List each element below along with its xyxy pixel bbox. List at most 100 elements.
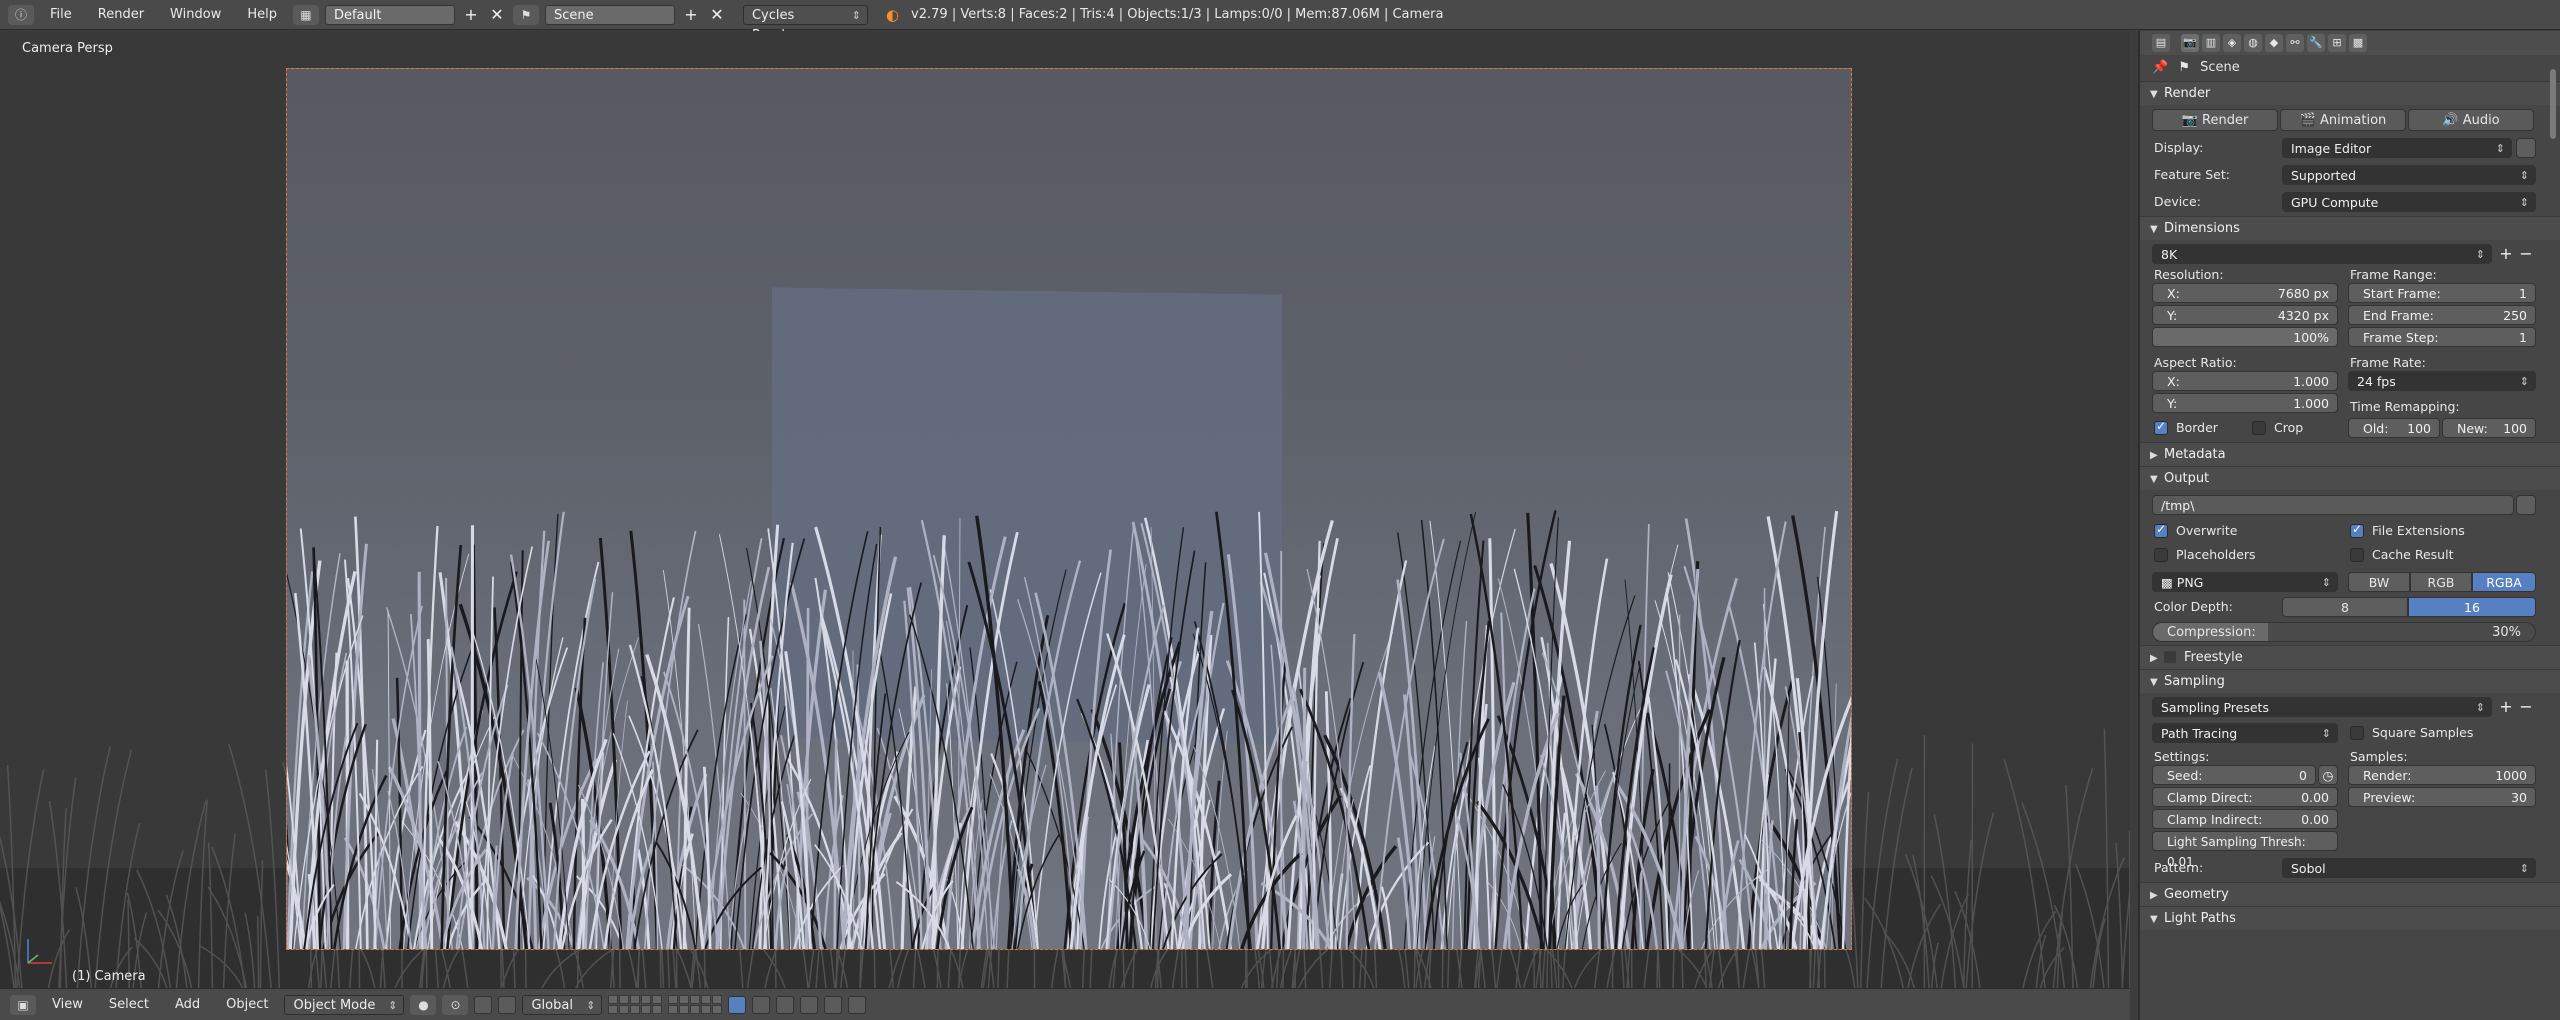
panel-scrollbar[interactable] [2550,69,2556,139]
data-tab-icon[interactable]: ⊞ [2328,34,2346,52]
border-checkbox[interactable] [2154,419,2168,435]
light-paths-section-header[interactable]: ▼ Light Paths [2140,906,2560,930]
render-engine-select[interactable]: Cycles Render [742,4,868,43]
sampling-preset-select[interactable]: Sampling Presets [2152,697,2492,718]
output-path-field[interactable]: /tmp\ [2152,495,2514,515]
render-tab-icon[interactable]: 📷 [2181,34,2199,52]
frame-rate-select[interactable]: 24 fps [2348,371,2536,392]
mode-select[interactable]: Object Mode [284,994,405,1016]
device-select[interactable]: GPU Compute [2282,192,2536,213]
output-section-header[interactable]: ▼ Output [2140,466,2560,490]
shading-icon[interactable]: ● [410,994,437,1015]
render-section-header[interactable]: ▼ Render [2140,81,2560,105]
pivot-icon[interactable]: ⊙ [442,994,469,1015]
remove-layout-button[interactable]: ✕ [487,5,507,25]
proportional-edit-icon[interactable] [752,995,771,1014]
remove-preset-button[interactable]: − [2516,244,2536,264]
cache-result-checkbox[interactable] [2350,548,2364,562]
animation-button[interactable]: 🎬 Animation [2280,109,2406,131]
integrator-select[interactable]: Path Tracing [2152,723,2338,744]
menu-view[interactable]: View [42,994,93,1016]
clamp-indirect-field[interactable]: Clamp Indirect: 0.00 [2152,809,2338,829]
audio-button[interactable]: 🔊 Audio [2408,109,2534,131]
overwrite-checkbox[interactable] [2154,522,2168,538]
folder-icon[interactable] [2516,495,2536,515]
color-depth-16-button[interactable]: 16 [2408,597,2536,617]
transform-icon[interactable] [498,995,517,1014]
lock-interface-icon[interactable] [2516,138,2536,158]
color-bw-button[interactable]: BW [2348,572,2410,592]
scene-tab-icon[interactable]: ◈ [2223,34,2241,52]
editor-type-icon[interactable]: ▤ [2152,34,2170,52]
modifiers-tab-icon[interactable]: 🔧 [2307,34,2325,52]
render-samples-field[interactable]: Render: 1000 [2348,765,2536,785]
remove-sampling-preset-button[interactable]: − [2516,697,2536,717]
file-extensions-checkbox[interactable] [2350,522,2364,538]
frame-step-field[interactable]: Frame Step: 1 [2348,327,2536,347]
render-layers-tab-icon[interactable]: ▥ [2202,34,2220,52]
layers-grid-2[interactable] [668,995,723,1014]
time-remap-old-field[interactable]: Old: 100 [2348,418,2440,438]
color-rgb-button[interactable]: RGB [2410,572,2472,592]
editor-type-icon[interactable]: ▣ [10,994,36,1015]
layers-grid[interactable] [608,995,663,1014]
lock-layers-icon[interactable] [728,995,747,1014]
dimensions-section-header[interactable]: ▼ Dimensions [2140,216,2560,240]
color-depth-8-button[interactable]: 8 [2282,597,2408,617]
animated-seed-icon[interactable]: ◷ [2318,765,2338,785]
aspect-x-field[interactable]: X: 1.000 [2152,371,2338,391]
texture-tab-icon[interactable]: ▩ [2349,34,2367,52]
add-sampling-preset-button[interactable]: + [2496,697,2516,717]
dimension-preset-select[interactable]: 8K [2152,244,2492,265]
orientation-select[interactable]: Global [522,994,603,1016]
world-tab-icon[interactable]: ◍ [2244,34,2262,52]
manipulator-icon[interactable] [474,995,493,1014]
render-button[interactable]: 📷 Render [2152,109,2278,131]
menu-file[interactable]: File [40,4,82,26]
object-tab-icon[interactable]: ◆ [2265,34,2283,52]
preview-samples-field[interactable]: Preview: 30 [2348,787,2536,807]
placeholders-checkbox[interactable] [2154,548,2168,562]
scene-icon[interactable]: ⚑ [512,4,539,25]
geometry-section-header[interactable]: ▶ Geometry [2140,882,2560,906]
aspect-y-field[interactable]: Y: 1.000 [2152,393,2338,413]
scene-field[interactable]: Scene [544,4,675,25]
menu-render[interactable]: Render [88,4,154,26]
screen-layout-icon[interactable]: ▦ [292,4,319,25]
add-scene-button[interactable]: + [681,5,701,25]
menu-select[interactable]: Select [99,994,159,1016]
add-preset-button[interactable]: + [2496,244,2516,264]
info-editor-icon[interactable]: ⓘ [8,4,34,25]
metadata-section-header[interactable]: ▶ Metadata [2140,442,2560,466]
freestyle-section-header[interactable]: ▶ Freestyle [2140,645,2560,669]
menu-help[interactable]: Help [237,4,287,26]
snap-target-icon[interactable] [800,995,819,1014]
layout-field[interactable]: Default [324,4,455,25]
color-rgba-button[interactable]: RGBA [2472,572,2536,592]
snap-icon[interactable] [776,995,795,1014]
end-frame-field[interactable]: End Frame: 250 [2348,305,2536,325]
menu-object[interactable]: Object [216,994,278,1016]
add-layout-button[interactable]: + [461,5,481,25]
time-remap-new-field[interactable]: New: 100 [2442,418,2536,438]
clamp-direct-field[interactable]: Clamp Direct: 0.00 [2152,787,2338,807]
compression-slider[interactable]: Compression: 30% [2152,622,2536,642]
sampling-section-header[interactable]: ▼ Sampling [2140,669,2560,693]
render-preview-icon[interactable] [824,995,843,1014]
pattern-select[interactable]: Sobol [2282,858,2536,879]
square-samples-checkbox[interactable] [2350,726,2364,740]
crop-checkbox[interactable] [2252,421,2266,435]
seed-field[interactable]: Seed: 0 [2152,765,2316,785]
pin-icon[interactable]: 📌 [2152,60,2168,75]
menu-add[interactable]: Add [165,994,210,1016]
feature-set-select[interactable]: Supported [2282,165,2536,186]
res-x-field[interactable]: X: 7680 px [2152,283,2338,303]
constraints-tab-icon[interactable]: ⚯ [2286,34,2304,52]
file-format-select[interactable]: ▩ PNG [2152,572,2338,593]
remove-scene-button[interactable]: ✕ [707,5,727,25]
menu-window[interactable]: Window [160,4,231,26]
light-sampling-threshold-field[interactable]: Light Sampling Thresh: 0.01 [2152,831,2338,869]
3d-viewport[interactable]: Camera Persp (1) Camera [0,31,2130,988]
res-y-field[interactable]: Y: 4320 px [2152,305,2338,325]
start-frame-field[interactable]: Start Frame: 1 [2348,283,2536,303]
